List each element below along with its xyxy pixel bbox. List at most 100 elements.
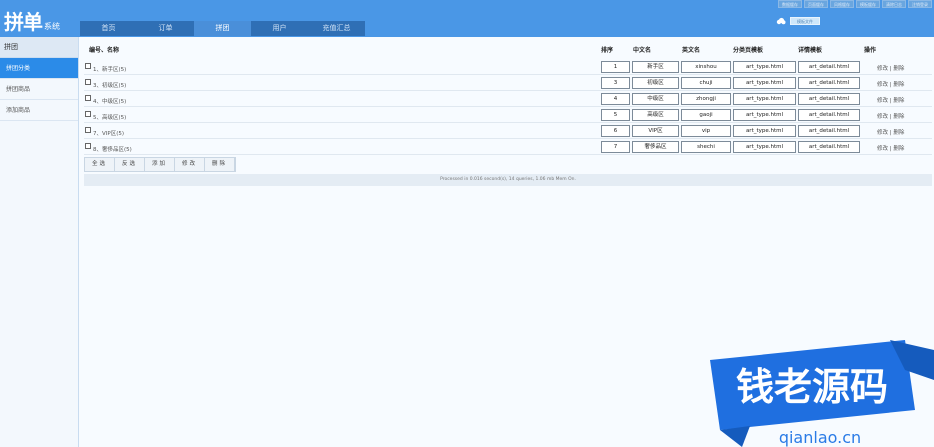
en-name-input[interactable]: xinshou: [681, 61, 731, 73]
edit-link[interactable]: 修改: [877, 66, 888, 72]
table-row: 4、中级区(5) 4 中级区 zhongji art_type.html art…: [84, 91, 932, 107]
cat-template-input[interactable]: art_type.html: [733, 61, 796, 73]
logo-subtext: 系统: [44, 22, 60, 31]
sidebar-item-add-product[interactable]: 添加商品: [0, 100, 78, 121]
order-input[interactable]: 4: [601, 93, 630, 105]
row-name: 4、中级区(5): [93, 99, 127, 105]
cn-name-input[interactable]: 初级区: [632, 77, 679, 89]
row-checkbox[interactable]: [85, 127, 91, 133]
sidebar-item-group-category[interactable]: 拼团分类: [0, 58, 78, 79]
delete-link[interactable]: 删除: [893, 146, 904, 152]
cat-template-input[interactable]: art_type.html: [733, 77, 796, 89]
en-name-input[interactable]: chuji: [681, 77, 731, 89]
cat-template-input[interactable]: art_type.html: [733, 141, 796, 153]
select-all-button[interactable]: 全选: [85, 158, 115, 171]
tab-group-buy[interactable]: 拼团: [194, 21, 251, 36]
table-row: 1、新手区(5) 1 新手区 xinshou art_type.html art…: [84, 59, 932, 75]
order-input[interactable]: 7: [601, 141, 630, 153]
header: 拼单 系统 数据缓存 页面缓存 风格缓存 模板缓存 清除日志 注销登录 模板文件 …: [0, 0, 934, 37]
detail-template-input[interactable]: art_detail.html: [798, 141, 860, 153]
en-name-input[interactable]: gaoji: [681, 109, 731, 121]
order-input[interactable]: 3: [601, 77, 630, 89]
edit-link[interactable]: 修改: [877, 146, 888, 152]
logo-text: 拼单: [4, 10, 43, 34]
sidebar: 拼团 拼团分类 拼团商品 添加商品: [0, 37, 79, 447]
delete-link[interactable]: 删除: [893, 114, 904, 120]
edit-link[interactable]: 修改: [877, 98, 888, 104]
row-name: 8、奢侈品区(5): [93, 147, 132, 153]
delete-link[interactable]: 删除: [893, 98, 904, 104]
sidebar-title: 拼团: [0, 37, 78, 58]
top-link-page-cache[interactable]: 页面缓存: [804, 0, 828, 8]
header-detail-template: 详情模板: [798, 47, 823, 54]
edit-link[interactable]: 修改: [877, 130, 888, 136]
row-ops: 修改 | 删除: [877, 64, 904, 72]
row-ops: 修改 | 删除: [877, 96, 904, 104]
header-cn-name: 中文名: [633, 47, 652, 54]
row-checkbox[interactable]: [85, 79, 91, 85]
watermark: 钱老源码 qianlao.cn: [710, 340, 934, 447]
delete-link[interactable]: 删除: [893, 82, 904, 88]
row-checkbox[interactable]: [85, 143, 91, 149]
watermark-url: qianlao.cn: [779, 428, 861, 447]
header-cat-template: 分类页模板: [733, 47, 764, 54]
detail-template-input[interactable]: art_detail.html: [798, 93, 860, 105]
en-name-input[interactable]: vip: [681, 125, 731, 137]
main-nav: 首页 订单 拼团 用户 充值汇总: [80, 21, 365, 36]
add-button[interactable]: 添加: [145, 158, 175, 171]
tab-users[interactable]: 用户: [251, 21, 308, 36]
row-checkbox[interactable]: [85, 111, 91, 117]
row-name: 5、高级区(5): [93, 115, 127, 121]
cat-template-input[interactable]: art_type.html: [733, 109, 796, 121]
edit-button[interactable]: 修改: [175, 158, 205, 171]
delete-button[interactable]: 删除: [205, 158, 235, 171]
invert-selection-button[interactable]: 反选: [115, 158, 145, 171]
order-input[interactable]: 5: [601, 109, 630, 121]
en-name-input[interactable]: shechi: [681, 141, 731, 153]
row-name: 1、新手区(5): [93, 67, 127, 73]
detail-template-input[interactable]: art_detail.html: [798, 125, 860, 137]
top-link-logout[interactable]: 注销登录: [908, 0, 932, 8]
order-input[interactable]: 6: [601, 125, 630, 137]
top-link-style-cache[interactable]: 风格缓存: [830, 0, 854, 8]
top-links: 数据缓存 页面缓存 风格缓存 模板缓存 清除日志 注销登录: [778, 0, 932, 8]
separator: |: [889, 146, 892, 152]
table-header: 编号、名称 排序 中文名 英文名 分类页模板 详情模板 操作: [80, 41, 934, 55]
delete-link[interactable]: 删除: [893, 66, 904, 72]
header-order: 排序: [601, 47, 614, 54]
footer-stats: Processed in 0.016 second(s), 14 queries…: [84, 174, 932, 186]
tab-orders[interactable]: 订单: [137, 21, 194, 36]
separator: |: [889, 130, 892, 136]
separator: |: [889, 114, 892, 120]
separator: |: [889, 66, 892, 72]
tab-home[interactable]: 首页: [80, 21, 137, 36]
cat-template-input[interactable]: art_type.html: [733, 125, 796, 137]
sidebar-item-group-products[interactable]: 拼团商品: [0, 79, 78, 100]
top-link-clear-log[interactable]: 清除日志: [882, 0, 906, 8]
top-link-template-cache[interactable]: 模板缓存: [856, 0, 880, 8]
header-ops: 操作: [864, 47, 877, 54]
tab-recharge-summary[interactable]: 充值汇总: [308, 21, 365, 36]
cn-name-input[interactable]: 奢侈品区: [632, 141, 679, 153]
detail-template-input[interactable]: art_detail.html: [798, 77, 860, 89]
row-checkbox[interactable]: [85, 63, 91, 69]
cat-template-input[interactable]: art_type.html: [733, 93, 796, 105]
top-link-data-cache[interactable]: 数据缓存: [778, 0, 802, 8]
cn-name-input[interactable]: 高级区: [632, 109, 679, 121]
detail-template-input[interactable]: art_detail.html: [798, 109, 860, 121]
cn-name-input[interactable]: 新手区: [632, 61, 679, 73]
table-row: 3、初级区(5) 3 初级区 chuji art_type.html art_d…: [84, 75, 932, 91]
delete-link[interactable]: 删除: [893, 130, 904, 136]
detail-template-input[interactable]: art_detail.html: [798, 61, 860, 73]
action-bar: 全选 反选 添加 修改 删除: [84, 157, 236, 172]
template-file-button[interactable]: 模板文件: [790, 17, 820, 25]
row-name: 3、初级区(5): [93, 83, 127, 89]
row-checkbox[interactable]: [85, 95, 91, 101]
order-input[interactable]: 1: [601, 61, 630, 73]
edit-link[interactable]: 修改: [877, 114, 888, 120]
edit-link[interactable]: 修改: [877, 82, 888, 88]
cn-name-input[interactable]: 中级区: [632, 93, 679, 105]
cloud-icon: [776, 17, 786, 25]
en-name-input[interactable]: zhongji: [681, 93, 731, 105]
cn-name-input[interactable]: VIP区: [632, 125, 679, 137]
